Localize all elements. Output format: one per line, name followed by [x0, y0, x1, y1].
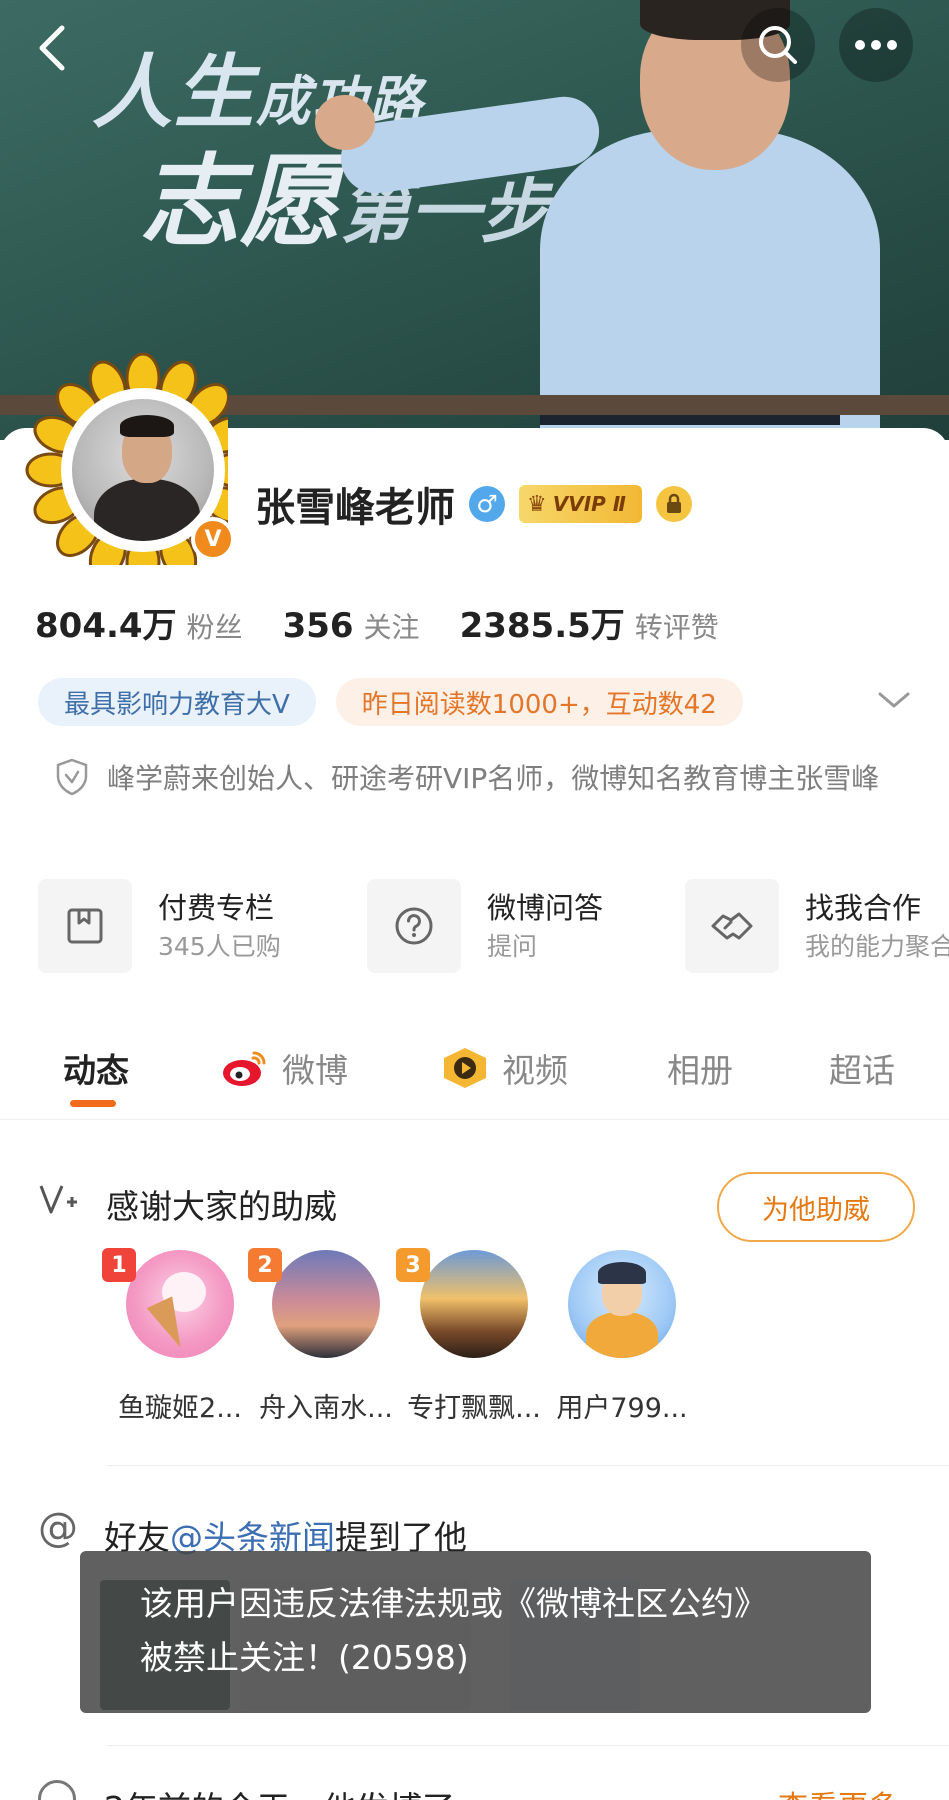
stat-followers[interactable]: 804.4万 粉丝: [35, 598, 243, 647]
search-icon: [759, 26, 797, 64]
handshake-icon: [685, 879, 779, 973]
stat-num: 804.4万: [35, 606, 177, 646]
tab-activity[interactable]: 动态: [63, 1038, 129, 1098]
qa-tile[interactable]: 微博问答 提问: [367, 878, 603, 974]
toast-line2: 被禁止关注！(20598): [140, 1638, 469, 1677]
fan-name: 专打飘飘...: [407, 1393, 541, 1424]
profile-page: 人生成功路 志愿第一步: [0, 0, 949, 1800]
support-button[interactable]: 为他助威: [717, 1172, 915, 1242]
fan-avatar: [272, 1250, 380, 1358]
support-title: 感谢大家的助威: [106, 1187, 337, 1226]
profile-name: 张雪峰老师: [255, 485, 455, 531]
tab-label: 相册: [667, 1051, 733, 1090]
fan-item[interactable]: 1 鱼璇姬2...: [102, 1248, 250, 1425]
tab-label: 超话: [829, 1051, 895, 1090]
shield-icon: [56, 758, 88, 796]
name-row: 张雪峰老师 ♂ ♛ VVIP Ⅱ: [255, 474, 692, 534]
view-more-link[interactable]: 查看更多 ›: [778, 1782, 920, 1800]
stats-row: 804.4万 粉丝 356 关注 2385.5万 转评赞: [35, 598, 759, 647]
cooperation-tile[interactable]: 找我合作 我的能力聚合: [685, 878, 949, 974]
support-header: 感谢大家的助威 为他助威: [38, 1172, 918, 1242]
influence-tag[interactable]: 最具影响力教育大V: [38, 678, 316, 726]
section-divider: [106, 1745, 949, 1746]
feature-title: 微博问答: [487, 891, 604, 925]
feature-sub: 提问: [487, 932, 538, 961]
v-plus-icon: [39, 1185, 77, 1214]
fan-list: 1 鱼璇姬2... 2 舟入南水... 3 专打飘飘... 用户799...: [102, 1248, 910, 1430]
weibo-icon: [223, 1051, 266, 1086]
stat-num: 2385.5万: [459, 606, 625, 646]
vvip-label: VVIP Ⅱ: [552, 492, 626, 516]
tab-label: 微博: [282, 1051, 348, 1090]
tab-weibo[interactable]: 微博: [220, 1038, 348, 1098]
fan-name: 鱼璇姬2...: [118, 1393, 242, 1424]
feature-sub: 我的能力聚合: [805, 932, 949, 961]
fan-item[interactable]: 3 专打飘飘...: [396, 1248, 544, 1425]
verified-badge: V: [191, 517, 235, 561]
stat-num: 356: [282, 606, 354, 646]
avatar[interactable]: V: [18, 345, 235, 565]
fan-name: 舟入南水...: [259, 1393, 393, 1424]
search-button[interactable]: [741, 8, 815, 82]
toast-line1: 该用户因违反法律法规或《微博社区公约》: [140, 1584, 767, 1623]
vvip-badge[interactable]: ♛ VVIP Ⅱ: [519, 485, 642, 523]
reading-stats-tag[interactable]: 昨日阅读数1000+，互动数42: [335, 678, 743, 726]
feature-title: 付费专栏: [158, 891, 275, 925]
fan-badge-icon[interactable]: [655, 486, 692, 522]
more-button[interactable]: [839, 8, 913, 82]
tab-supertopic[interactable]: 超话: [829, 1038, 895, 1098]
column-icon: [38, 879, 132, 973]
bio-text: 峰学蔚来创始人、研途考研VIP名师，微博知名教育博主张雪峰: [107, 762, 880, 795]
fan-name: 用户799...: [556, 1393, 688, 1424]
feature-sub: 345人已购: [158, 932, 281, 961]
on-this-day-row[interactable]: 2年前的今天，他发博了 查看更多 ›: [38, 1778, 949, 1800]
fan-item[interactable]: 用户799...: [552, 1250, 692, 1425]
chevron-down-icon[interactable]: [876, 688, 912, 712]
stat-interactions[interactable]: 2385.5万 转评赞: [460, 598, 719, 647]
more-dots-icon: [855, 40, 897, 50]
tab-album[interactable]: 相册: [667, 1038, 733, 1098]
tag-row: 最具影响力教育大V 昨日阅读数1000+，互动数42: [38, 678, 743, 726]
rank-badge: 2: [248, 1248, 282, 1282]
question-icon: [367, 879, 461, 973]
paid-column-tile[interactable]: 付费专栏 345人已购: [38, 878, 281, 974]
back-arrow-icon: [39, 25, 65, 71]
on-this-day-text: 2年前的今天，他发博了: [104, 1782, 455, 1800]
back-button[interactable]: [30, 18, 80, 78]
tab-label: 视频: [502, 1051, 568, 1090]
profile-tabs: 动态 微博 视频 相册 超话: [0, 1028, 949, 1120]
stat-label: 粉丝: [186, 611, 243, 644]
crown-icon: ♛: [527, 491, 547, 517]
bio: 峰学蔚来创始人、研途考研VIP名师，微博知名教育博主张雪峰: [55, 756, 905, 802]
stat-following[interactable]: 356 关注: [283, 606, 420, 646]
rank-badge: 3: [396, 1248, 430, 1282]
error-toast: 该用户因违反法律法规或《微博社区公约》 被禁止关注！(20598): [80, 1551, 871, 1713]
fan-avatar: [420, 1250, 528, 1358]
banner-title2-big: 志愿: [140, 143, 340, 260]
stat-label: 转评赞: [634, 611, 719, 644]
male-icon: ♂: [469, 486, 505, 522]
section-divider: [106, 1465, 949, 1466]
at-icon: @: [38, 1505, 78, 1551]
stat-label: 关注: [363, 611, 420, 644]
feature-tiles: 付费专栏 345人已购 微博问答 提问 找我合作 我的能力聚合: [38, 878, 949, 974]
clock-icon: [38, 1780, 76, 1800]
tab-video[interactable]: 视频: [440, 1038, 568, 1098]
feature-title: 找我合作: [805, 891, 922, 925]
active-tab-indicator: [70, 1100, 116, 1107]
fan-avatar: [126, 1250, 234, 1358]
rank-badge: 1: [102, 1248, 136, 1282]
fan-avatar: [568, 1250, 676, 1358]
avatar-photo: [68, 395, 218, 545]
tab-label: 动态: [63, 1051, 129, 1090]
fan-item[interactable]: 2 舟入南水...: [248, 1248, 396, 1425]
video-icon: [444, 1048, 486, 1088]
